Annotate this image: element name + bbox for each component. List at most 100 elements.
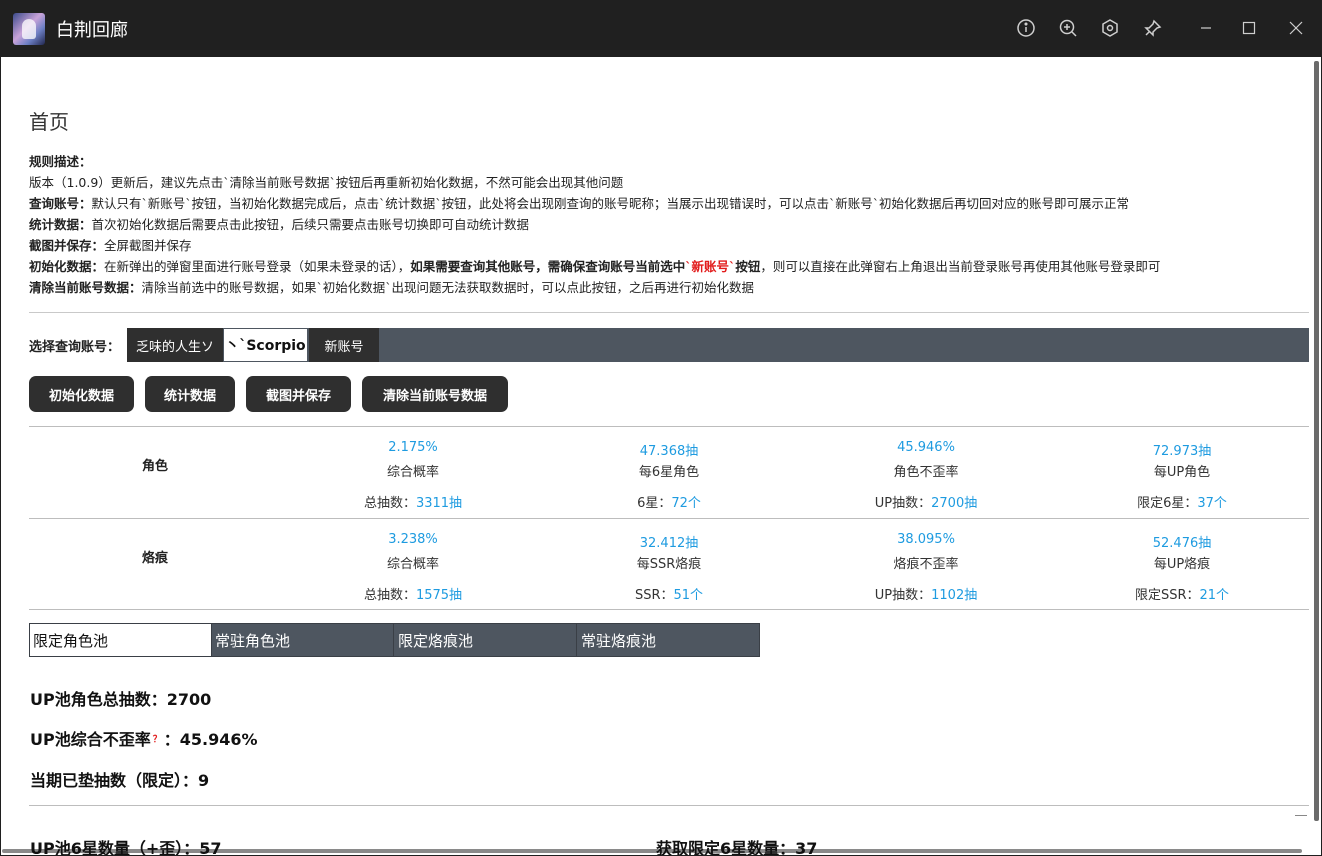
minimize-icon[interactable] [1192, 14, 1220, 42]
stat-value: 45.946% [897, 440, 955, 455]
help-question-icon[interactable]: ？ [153, 732, 162, 745]
stat-value: 32.412抽 [639, 536, 699, 551]
rules-init-text: 在新弹出的弹窗里面进行账号登录（如果未登录的话）， [104, 259, 411, 274]
up-pool-rate: UP池综合不歪率？：45.946% [30, 726, 258, 750]
stat-total-label: UP抽数： [874, 496, 932, 511]
stat-value: 52.476抽 [1152, 536, 1212, 551]
rules-init-red: `新账号` [685, 259, 736, 274]
stat-total-value: 37个 [1197, 496, 1227, 511]
stats-cell: 2.175% 综合概率 总抽数：3311抽 [293, 440, 533, 511]
stats-cell: 52.476抽 每UP烙痕 限定SSR：21个 [1062, 532, 1302, 603]
account-tab-new[interactable]: 新账号 [309, 328, 379, 362]
stat-total-value: 2700抽 [931, 496, 978, 511]
rules-heading: 规则描述： [29, 154, 92, 169]
stat-label: 每SSR烙痕 [636, 557, 702, 572]
stat-value: 72.973抽 [1152, 444, 1212, 459]
summary-label: 获取限定6星数量： [656, 839, 796, 855]
stat-label: 综合概率 [386, 557, 439, 572]
summary-value: 9 [198, 771, 210, 790]
stats-cell: 3.238% 综合概率 总抽数：1575抽 [293, 532, 533, 603]
divider [29, 805, 1309, 806]
settings-icon[interactable] [1096, 14, 1124, 42]
rules-version-note: 版本（1.0.9）更新后，建议先点击`清除当前账号数据`按钮后再重新初始化数据，… [29, 175, 624, 190]
stats-data-button[interactable]: 统计数据 [145, 376, 235, 412]
stat-label: 每UP角色 [1153, 465, 1211, 480]
stats-row-character: 角色 2.175% 综合概率 总抽数：3311抽 47.368抽 每6星角色 6… [29, 426, 1309, 518]
stat-label: 每6星角色 [638, 465, 700, 480]
stat-value: 47.368抽 [639, 444, 699, 459]
stats-table: 角色 2.175% 综合概率 总抽数：3311抽 47.368抽 每6星角色 6… [29, 426, 1309, 610]
summary-separator: ： [163, 730, 180, 749]
rules-query-label: 查询账号： [29, 196, 92, 211]
rules-description: 规则描述： 版本（1.0.9）更新后，建议先点击`清除当前账号数据`按钮后再重新… [29, 151, 1314, 298]
rules-clear-text: 清除当前选中的账号数据，如果`初始化数据`出现问题无法获取数据时，可以点此按钮，… [141, 280, 755, 295]
stat-total-label: UP抽数： [874, 588, 932, 603]
tab-limited-character-pool[interactable]: 限定角色池 [30, 624, 212, 656]
stats-cell: 32.412抽 每SSR烙痕 SSR：51个 [549, 532, 789, 603]
stat-total-label: SSR： [634, 588, 674, 603]
stat-label: 烙痕不歪率 [893, 557, 959, 572]
vertical-scrollbar[interactable] [1314, 61, 1319, 821]
rules-query-text: 默认只有`新账号`按钮，当初始化数据完成后，点击`统计数据`按钮，此处将会出现刚… [91, 196, 1130, 211]
stat-total-value: 51个 [673, 588, 704, 603]
stat-total-label: 总抽数： [363, 496, 416, 511]
up-pool-total-pulls: UP池角色总抽数：2700 [30, 686, 211, 710]
screenshot-save-button[interactable]: 截图并保存 [246, 376, 351, 412]
summary-value: 2700 [166, 690, 212, 709]
clear-account-data-button[interactable]: 清除当前账号数据 [362, 376, 508, 412]
stat-total-label: 限定6星： [1137, 496, 1198, 511]
stat-total-value: 72个 [671, 496, 701, 511]
pool-tabs: 限定角色池 常驻角色池 限定烙痕池 常驻烙痕池 [29, 623, 760, 657]
summary-label: UP池6星数量（+歪）： [30, 839, 200, 855]
stat-label: 角色不歪率 [893, 465, 959, 480]
zoom-in-icon[interactable] [1054, 14, 1082, 42]
rules-init-bold-2: 按钮 [735, 259, 761, 274]
up-pool-six-star-count: UP池6星数量（+歪）：57 [30, 835, 222, 855]
info-icon[interactable] [1012, 14, 1040, 42]
dash-mark [1295, 815, 1307, 816]
tab-limited-imprint-pool[interactable]: 限定烙痕池 [395, 624, 577, 656]
maximize-icon[interactable] [1235, 14, 1263, 42]
stats-row-label: 角色 [142, 459, 169, 474]
rules-init-text-2: ，则可以直接在此弹窗右上角退出当前登录账号再使用其他账号登录即可 [760, 259, 1161, 274]
account-tab-2[interactable]: 丶`Scorpio [223, 328, 308, 362]
close-icon[interactable] [1282, 14, 1310, 42]
stats-cell: 38.095% 烙痕不歪率 UP抽数：1102抽 [806, 532, 1046, 603]
summary-value: 57 [199, 839, 222, 855]
rules-init-bold-1: 如果需要查询其他账号，需确保查询账号当前选中 [410, 259, 686, 274]
summary-label: UP池综合不歪率 [30, 730, 151, 749]
stat-total-label: 6星： [637, 496, 672, 511]
app-logo-icon [13, 13, 45, 45]
stat-total-label: 限定SSR： [1134, 588, 1200, 603]
stat-total-value: 1575抽 [415, 588, 463, 603]
window-title: 白荆回廊 [56, 20, 128, 41]
page-title: 首页 [29, 110, 69, 134]
summary-value: 37 [795, 839, 818, 855]
tab-standard-imprint-pool[interactable]: 常驻烙痕池 [578, 624, 760, 656]
title-bar: 白荆回廊 [0, 0, 1322, 57]
limited-six-star-count: 获取限定6星数量：37 [656, 835, 817, 855]
stat-total-value: 3311抽 [415, 496, 463, 511]
divider [29, 312, 1309, 313]
rules-init-label: 初始化数据： [29, 259, 105, 274]
stats-cell: 72.973抽 每UP角色 限定6星：37个 [1062, 440, 1302, 511]
account-select-label: 选择查询账号： [29, 340, 121, 355]
stat-value: 38.095% [897, 532, 955, 547]
account-tab-1[interactable]: 乏味的人生ソ [127, 328, 223, 362]
summary-label: UP池角色总抽数： [30, 690, 167, 709]
account-tabs: 乏味的人生ソ 丶`Scorpio 新账号 [127, 328, 1309, 362]
stat-label: 综合概率 [386, 465, 439, 480]
init-data-button[interactable]: 初始化数据 [29, 376, 134, 412]
stats-row-label: 烙痕 [142, 551, 169, 566]
stat-total-value: 21个 [1199, 588, 1230, 603]
rules-stats-text: 首次初始化数据后需要点击此按钮，后续只需要点击账号切换即可自动统计数据 [91, 217, 530, 232]
current-pity-count: 当期已垫抽数（限定）：9 [30, 767, 209, 791]
summary-label: 当期已垫抽数（限定）： [30, 771, 199, 790]
summary-value: 45.946% [179, 730, 258, 749]
pin-icon[interactable] [1139, 14, 1167, 42]
stat-total-value: 1102抽 [931, 588, 978, 603]
stat-value: 2.175% [388, 440, 438, 455]
tab-standard-character-pool[interactable]: 常驻角色池 [212, 624, 394, 656]
stats-cell: 47.368抽 每6星角色 6星：72个 [549, 440, 789, 511]
rules-stats-label: 统计数据： [29, 217, 92, 232]
